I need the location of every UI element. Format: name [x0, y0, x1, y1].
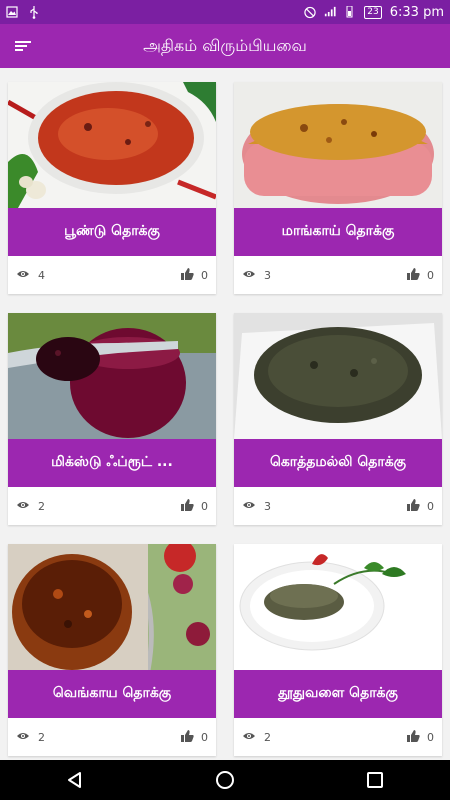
- thumbs-up-icon[interactable]: [407, 267, 420, 283]
- thumbs-up-icon[interactable]: [181, 498, 194, 514]
- recipe-card[interactable]: தூதுவளை தொக்கு 2 0: [234, 544, 442, 756]
- view-count: 3: [264, 499, 271, 513]
- recipe-image: [8, 313, 216, 439]
- app-bar: அதிகம் விரும்பியவை: [0, 24, 450, 68]
- recipe-title: மிக்ஸ்டு ஃப்ரூட் ...: [8, 439, 216, 487]
- recipe-title: மாங்காய் தொக்கு: [234, 208, 442, 256]
- view-count: 3: [264, 268, 271, 282]
- view-count: 2: [38, 730, 45, 744]
- status-time: 6:33 pm: [389, 4, 444, 20]
- battery-icon: 23: [364, 5, 382, 19]
- back-icon: [68, 772, 81, 788]
- thumbs-up-icon[interactable]: [407, 729, 420, 745]
- eye-icon: [242, 500, 256, 513]
- view-count: 2: [264, 730, 271, 744]
- eye-icon: [242, 731, 256, 744]
- recipe-card[interactable]: பூண்டு தொக்கு 4 0: [8, 82, 216, 294]
- recipe-image: [234, 82, 442, 208]
- recipe-stats: 3 0: [234, 256, 442, 294]
- recipe-image: [234, 544, 442, 670]
- recipe-stats: 2 0: [234, 718, 442, 756]
- recipe-stats: 3 0: [234, 487, 442, 525]
- usb-icon: [28, 6, 40, 19]
- thumbs-up-icon[interactable]: [181, 267, 194, 283]
- do-not-disturb-icon: [304, 6, 316, 18]
- like-count: 0: [427, 499, 434, 513]
- like-count: 0: [427, 268, 434, 282]
- status-bar: 23 6:33 pm: [0, 0, 450, 24]
- like-count: 0: [427, 730, 434, 744]
- image-icon: [6, 6, 18, 18]
- recipe-stats: 2 0: [8, 487, 216, 525]
- recipe-title: கொத்தமல்லி தொக்கு: [234, 439, 442, 487]
- view-count: 4: [38, 268, 45, 282]
- home-icon: [216, 771, 234, 789]
- recipe-image: [234, 313, 442, 439]
- signal-icon-2: [344, 6, 356, 18]
- navigation-bar: [0, 760, 450, 800]
- recents-button[interactable]: [355, 760, 395, 800]
- eye-icon: [242, 269, 256, 282]
- recipe-title: வெங்காய தொக்கு: [8, 670, 216, 718]
- eye-icon: [16, 269, 30, 282]
- page-title: அதிகம் விரும்பியவை: [143, 35, 307, 55]
- recipe-title: பூண்டு தொக்கு: [8, 208, 216, 256]
- menu-icon: [15, 41, 31, 51]
- thumbs-up-icon[interactable]: [407, 498, 420, 514]
- like-count: 0: [201, 268, 208, 282]
- back-button[interactable]: [55, 760, 95, 800]
- recipe-stats: 2 0: [8, 718, 216, 756]
- signal-icon: [324, 6, 336, 18]
- eye-icon: [16, 731, 30, 744]
- recents-icon: [367, 772, 383, 788]
- recipe-title: தூதுவளை தொக்கு: [234, 670, 442, 718]
- recipe-card[interactable]: வெங்காய தொக்கு 2 0: [8, 544, 216, 756]
- recipe-card[interactable]: மிக்ஸ்டு ஃப்ரூட் ... 2 0: [8, 313, 216, 525]
- recipe-card[interactable]: கொத்தமல்லி தொக்கு 3 0: [234, 313, 442, 525]
- menu-button[interactable]: [1, 24, 45, 68]
- recipe-card[interactable]: மாங்காய் தொக்கு 3 0: [234, 82, 442, 294]
- like-count: 0: [201, 730, 208, 744]
- like-count: 0: [201, 499, 208, 513]
- recipe-image: [8, 544, 216, 670]
- recipe-image: [8, 82, 216, 208]
- recipe-stats: 4 0: [8, 256, 216, 294]
- eye-icon: [16, 500, 30, 513]
- home-button[interactable]: [205, 760, 245, 800]
- thumbs-up-icon[interactable]: [181, 729, 194, 745]
- view-count: 2: [38, 499, 45, 513]
